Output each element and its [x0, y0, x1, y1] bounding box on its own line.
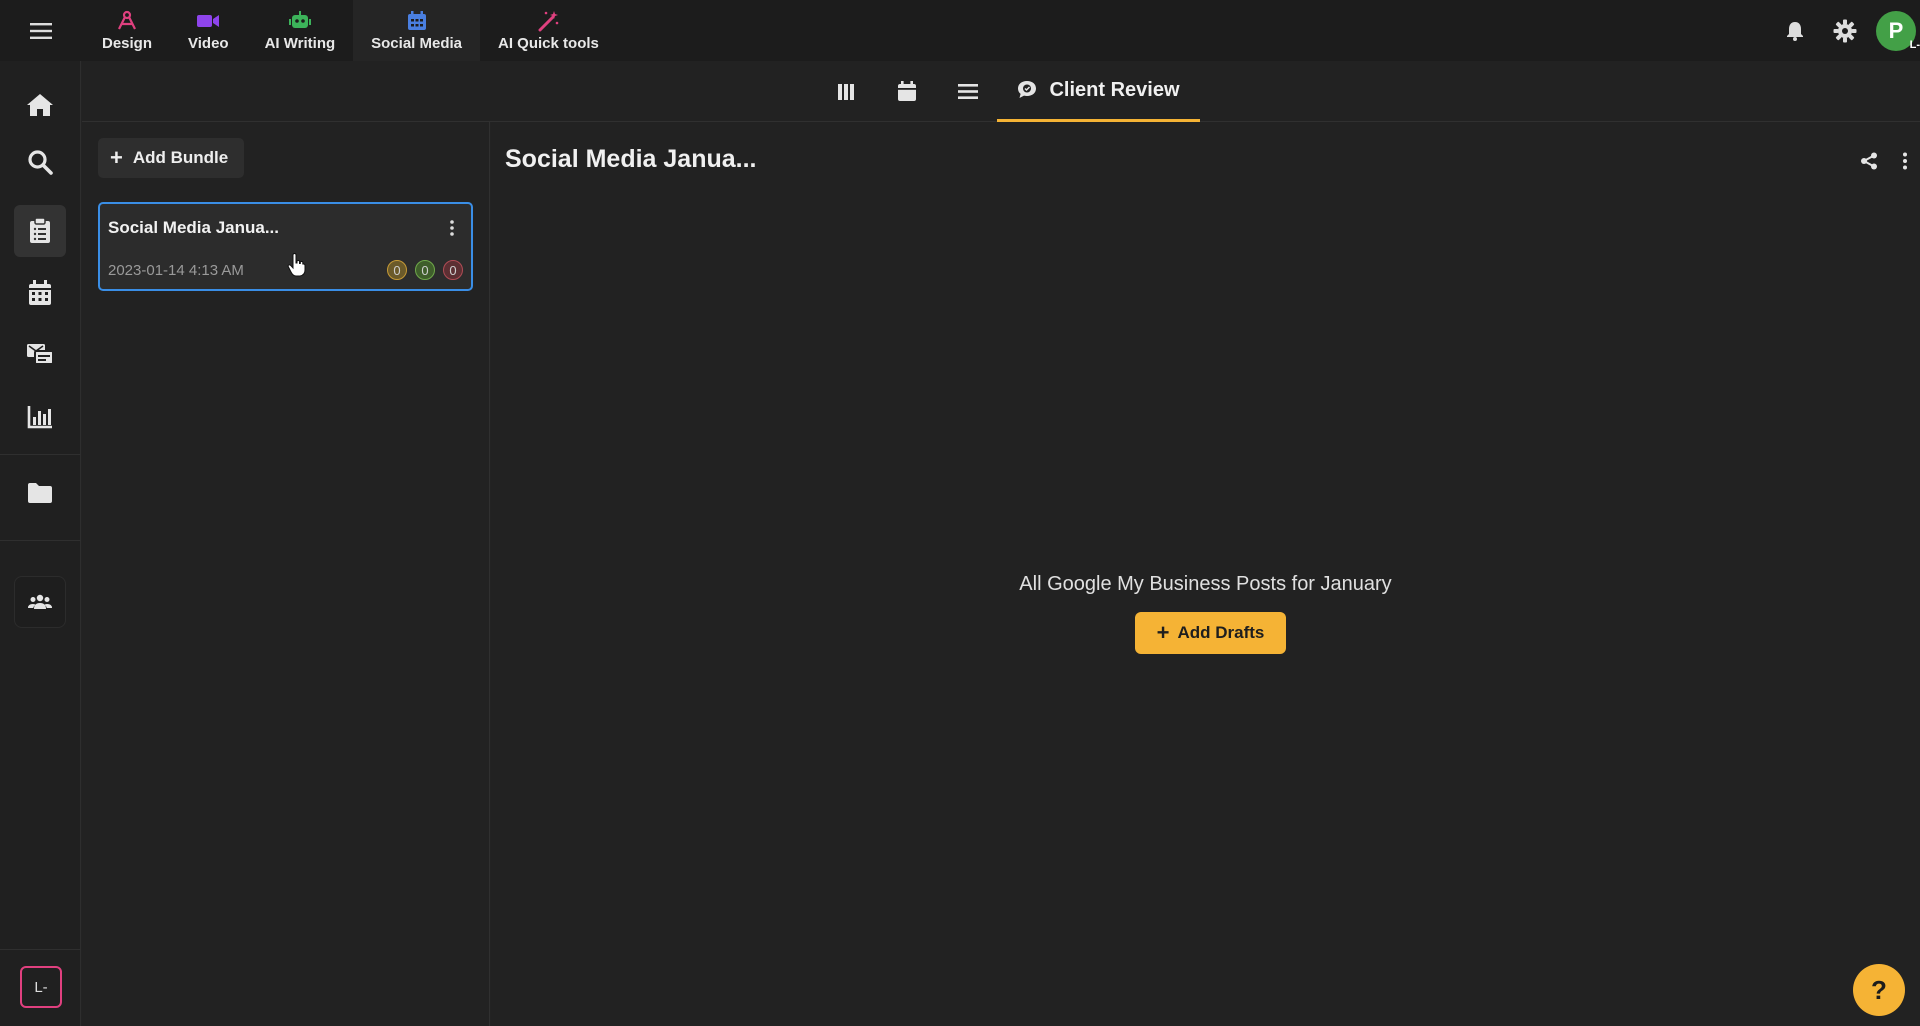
list-view-icon[interactable] [943, 61, 993, 122]
board-view-icon[interactable] [821, 61, 871, 122]
plus-icon: + [1156, 620, 1170, 645]
tab-client-review[interactable]: Client Review [997, 61, 1200, 122]
pending-count-badge: 0 [387, 260, 407, 280]
add-drafts-button[interactable]: + Add Drafts [1135, 612, 1286, 654]
avatar-workspace: L- [1909, 38, 1920, 51]
add-drafts-label: Add Drafts [1177, 623, 1265, 642]
app-switcher: Design Video AI Writing Social Media AI … [84, 0, 617, 61]
page-title: Social Media Janua... [505, 145, 757, 173]
workspace-badge[interactable]: L- [20, 966, 62, 1008]
team-icon [28, 594, 52, 609]
comments-icon [1018, 81, 1037, 98]
help-button[interactable]: ? [1853, 964, 1905, 1016]
add-bundle-label: Add Bundle [132, 148, 229, 167]
app-video[interactable]: Video [170, 0, 247, 61]
app-label: AI Quick tools [498, 34, 599, 52]
bundle-date: 2023-01-14 4:13 AM [108, 262, 244, 279]
app-label: Social Media [371, 34, 463, 52]
search-icon[interactable] [14, 136, 66, 188]
team-button[interactable] [14, 576, 66, 628]
approved-count-badge: 0 [415, 260, 435, 280]
menu-icon[interactable] [20, 18, 62, 44]
bell-icon[interactable] [1770, 11, 1820, 51]
bundles-panel: + Add Bundle Social Media Janua... 2023-… [82, 122, 490, 1026]
video-icon [196, 10, 220, 32]
app-label: Video [188, 34, 229, 52]
top-right-actions: P L- [1770, 0, 1920, 61]
calendar-icon [407, 10, 427, 32]
design-icon [116, 10, 138, 32]
empty-state-message: All Google My Business Posts for January [1019, 573, 1392, 595]
main-content: Social Media Janua... All Google My Busi… [491, 122, 1920, 1026]
rejected-count-badge: 0 [443, 260, 463, 280]
bundle-card[interactable]: Social Media Janua... 2023-01-14 4:13 AM… [98, 202, 473, 291]
app-social-media[interactable]: Social Media [353, 0, 481, 61]
app-label: AI Writing [264, 34, 336, 52]
app-ai-writing[interactable]: AI Writing [247, 0, 354, 61]
bundle-title: Social Media Janua... [108, 218, 280, 237]
tab-label: Client Review [1049, 78, 1180, 101]
divider [0, 540, 81, 541]
divider [0, 949, 81, 950]
home-icon[interactable] [14, 79, 66, 131]
add-bundle-button[interactable]: + Add Bundle [98, 138, 245, 178]
app-design[interactable]: Design [84, 0, 170, 61]
calendar-view-icon[interactable] [882, 61, 932, 122]
top-bar: Design Video AI Writing Social Media AI … [0, 0, 1920, 61]
robot-icon [288, 10, 311, 32]
magic-wand-icon [537, 10, 559, 32]
gear-icon[interactable] [1820, 11, 1870, 51]
calendar-icon[interactable] [14, 267, 66, 319]
more-vertical-icon[interactable] [443, 218, 461, 238]
avatar[interactable]: P L- [1876, 10, 1920, 51]
app-label: Design [102, 34, 153, 52]
folder-icon[interactable] [14, 467, 66, 519]
share-icon[interactable] [1854, 146, 1884, 176]
status-counts: 0 0 0 [379, 260, 463, 280]
app-ai-quick-tools[interactable]: AI Quick tools [480, 0, 617, 61]
avatar-initial: P [1888, 17, 1904, 43]
inbox-icon[interactable] [14, 329, 66, 381]
plus-icon: + [110, 145, 123, 170]
clipboard-icon[interactable] [14, 205, 66, 257]
more-vertical-icon[interactable] [1894, 146, 1916, 176]
left-sidebar: L- [0, 61, 81, 1026]
view-switcher: Client Review [82, 61, 1920, 122]
analytics-icon[interactable] [14, 391, 66, 443]
pointer-cursor-icon [287, 252, 307, 282]
divider [0, 454, 81, 455]
